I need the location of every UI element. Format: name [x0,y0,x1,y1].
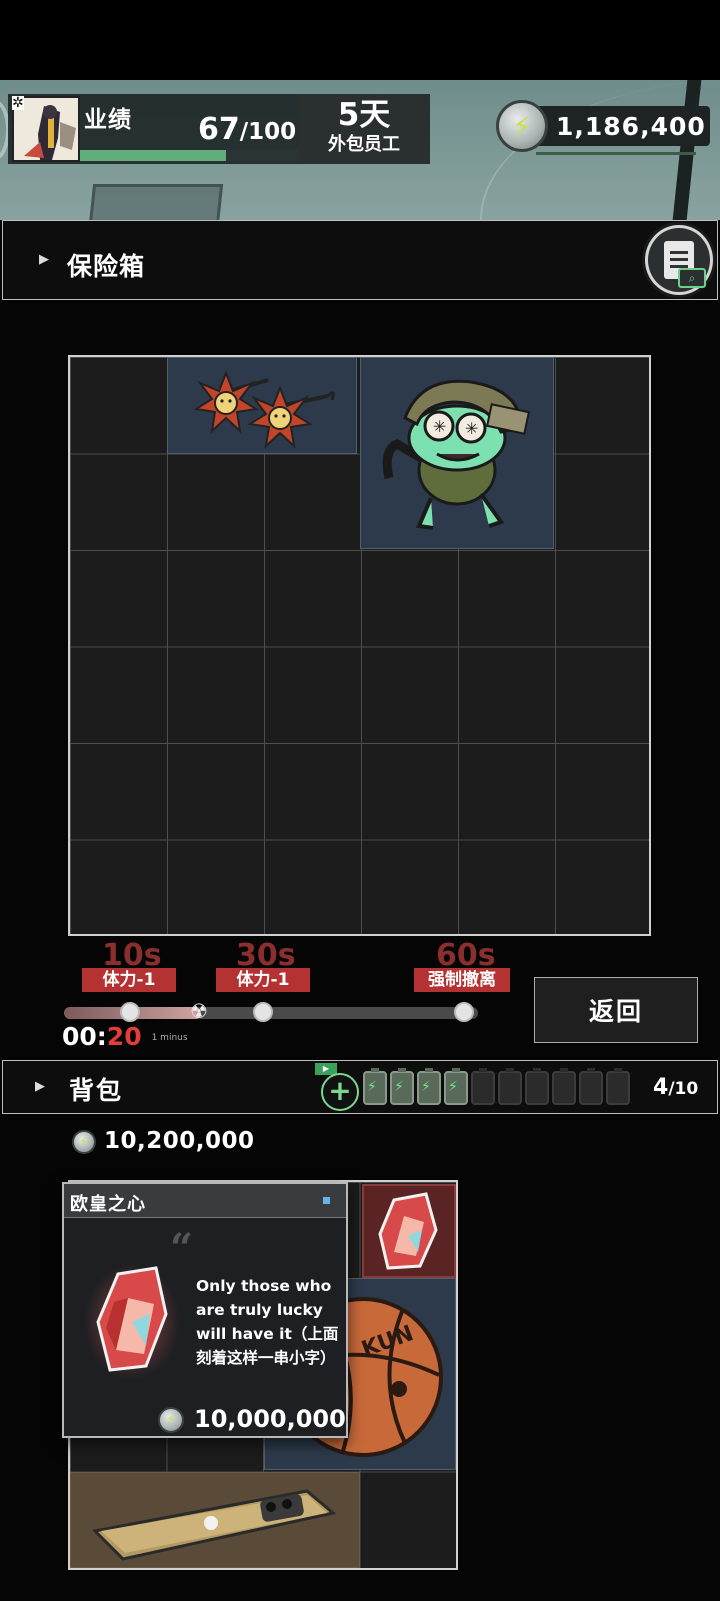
backpack-count: 4/10 [653,1075,698,1100]
battery-full-icon [390,1068,414,1105]
radiation-icon: ☢ [190,999,208,1023]
time-prefix: 00: [62,1022,107,1051]
milestone-30s-node [253,1002,273,1022]
phone-item[interactable] [70,1472,360,1568]
performance-progress-fill [80,150,227,161]
back-button[interactable]: 返回 [534,977,698,1043]
background-monitor [86,184,224,220]
backpack-section-header[interactable]: ▶ 背包 ▶ + 4/10 [2,1060,718,1114]
gem-icon [84,1264,180,1380]
milestone-10s-node [120,1002,140,1022]
battery-full-icon [444,1068,468,1105]
game-header: ✲ 业绩 67/100 5天 外包员工 ⚡ 1,186,400 [0,80,720,220]
tooltip-description: Only those who are truly lucky will have… [196,1277,339,1367]
time-tiny-label: 1 minus [151,1033,188,1043]
safe-grid[interactable]: ✳ ✳ [68,355,651,936]
lightning-coin-icon: ⚡ [158,1407,184,1433]
sun-glasses-icon [193,370,335,449]
performance-panel[interactable]: ✲ 业绩 67/100 5天 外包员工 [8,94,430,164]
battery-slots [363,1068,630,1105]
expand-triangle-icon[interactable]: ▶ [35,1079,45,1094]
status-bar-area [0,0,720,80]
battery-empty-icon [525,1068,549,1105]
milestone-30s-tag: 体力-1 [216,968,310,992]
magnifier-icon: ⌕ [678,268,706,288]
time-seconds: 20 [106,1022,142,1051]
safe-section-header[interactable]: ▶ 保险箱 ⌕ [2,220,718,300]
money-value: 1,186,400 [556,112,706,141]
inspect-clipboard-button[interactable]: ⌕ [645,225,713,295]
quote-mark-icon: “ [170,1225,194,1272]
evacuation-timer: 10s 30s 60s 体力-1 体力-1 强制撤离 ☢ 00:20 1 minu… [60,938,520,1051]
battery-empty-icon [552,1068,576,1105]
lightning-coin-icon: ⚡ [496,100,548,152]
gem-item[interactable] [362,1184,456,1278]
tooltip-header: 欧皇之心 [64,1184,346,1218]
performance-progress-bar [80,150,298,161]
battery-full-icon [363,1068,387,1105]
money-panel[interactable]: ⚡ 1,186,400 [496,100,710,155]
employee-role: 外包员工 [328,134,400,155]
phone-icon [91,1489,337,1561]
milestone-60s-tag: 强制撤离 [414,968,510,992]
day-counter: 5天 外包员工 [298,94,430,164]
gem-icon [378,1192,438,1270]
frog-icon: ✳ ✳ [382,379,531,530]
performance-current: 67 [198,112,240,147]
performance-value: 67/100 [198,112,296,147]
battery-full-icon [417,1068,441,1105]
item-tooltip: 欧皇之心 “ Only those who are truly lucky wi… [62,1182,348,1438]
sun-glasses-item[interactable] [167,357,357,454]
backpack-money-value: 10,200,000 [104,1128,255,1154]
add-battery-button[interactable]: + [321,1073,359,1111]
tooltip-title: 欧皇之心 [70,1194,146,1215]
tooltip-price-value: 10,000,000 [194,1405,346,1433]
frog-with-helmet-item[interactable]: ✳ ✳ [360,357,554,549]
day-count: 5天 [337,97,391,133]
lightning-coin-icon: ⚡ [72,1130,96,1154]
battery-empty-icon [606,1068,630,1105]
money-underline [536,152,696,155]
battery-empty-icon [498,1068,522,1105]
gear-icon[interactable]: ✲ [12,96,24,110]
svg-text:✳: ✳ [433,417,446,436]
performance-max: /100 [239,119,297,145]
backpack-title: 背包 [69,1076,124,1105]
svg-text:✳: ✳ [465,419,478,438]
rarity-dot [323,1197,330,1204]
battery-empty-icon [579,1068,603,1105]
backpack-count-total: /10 [668,1079,699,1099]
backpack-count-current: 4 [653,1075,669,1100]
milestone-10s-tag: 体力-1 [82,968,176,992]
expand-triangle-icon[interactable]: ▶ [39,252,49,267]
safe-title: 保险箱 [67,252,146,281]
battery-empty-icon [471,1068,495,1105]
milestone-60s-node [454,1002,474,1022]
performance-label: 业绩 [84,107,132,133]
elapsed-time: 00:20 1 minus [62,1022,188,1051]
